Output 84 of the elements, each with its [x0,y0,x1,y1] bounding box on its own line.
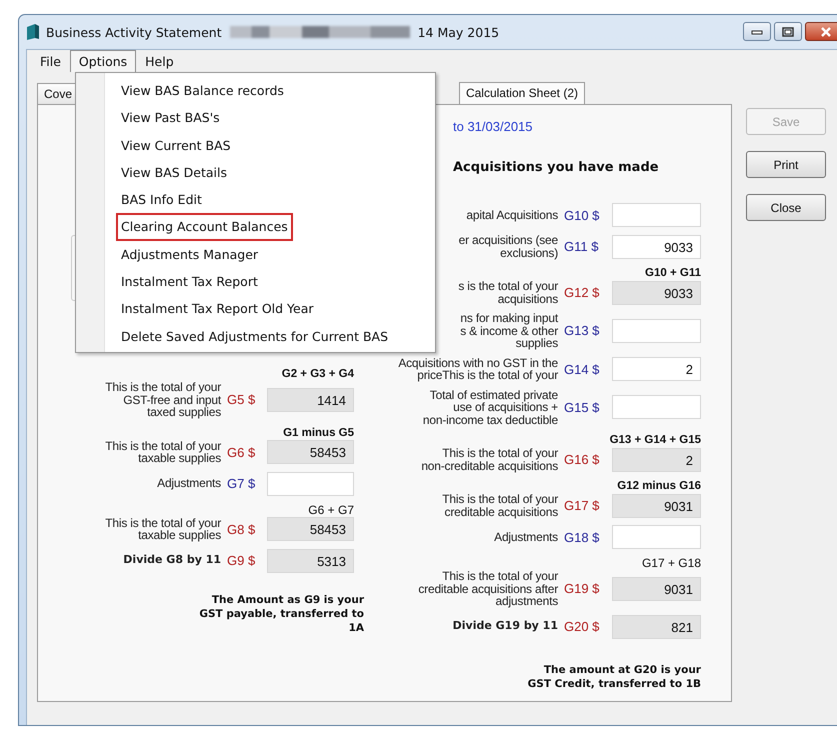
formula-text: G1 minus G5 [283,426,354,440]
total-field: 9031 [612,576,701,601]
menu-item[interactable]: BAS Info Edit [116,186,207,214]
formula-text: G12 minus G16 [617,479,701,493]
tab[interactable]: Calculation Sheet (2) [458,82,585,104]
field-code: G13 $ [564,323,600,338]
maximize-button[interactable] [774,22,802,41]
total-field: 1414 [267,388,354,412]
menu-item[interactable]: View BAS Balance records [116,77,289,104]
total-field: 58453 [267,517,354,541]
maximize-icon [782,26,794,36]
input-field[interactable]: 2 [612,357,701,381]
menu-item[interactable]: Clearing Account Balances [116,213,293,241]
formula-text: G17 + G18 [642,556,701,570]
formula-text: G6 + G7 [308,502,354,516]
menu-item[interactable]: Adjustments Manager [116,240,264,268]
window-title: Business Activity Statement [46,24,222,40]
note-text: The Amount as G9 is your GST payable, transferred to 1A [198,592,364,634]
input-field[interactable]: 9033 [612,234,701,258]
field-code: G12 $ [564,285,600,300]
menu-item[interactable]: Instalment Tax Report Old Year [116,295,319,323]
field-code: G18 $ [564,530,600,544]
section-heading: Acquisitions you have made [453,160,660,175]
field-code: G20 $ [564,619,600,634]
minimize-icon [751,28,763,34]
field-label: This is the total of your GST-free and input taxed supplies [105,381,222,418]
total-field: 5313 [267,548,354,572]
field-label: s is the total of your acquisitions [458,280,559,305]
total-field: 9033 [612,280,701,304]
field-label: Total of estimated private use of acquisitions + non-income tax deductible [422,388,559,426]
input-field[interactable] [267,472,354,496]
total-field: 58453 [267,440,354,464]
input-field[interactable] [612,203,701,227]
note-text: The amount at G20 is your GST Credit, transferred to 1B [526,662,701,690]
field-label: This is the total of your non-creditable acquisitions [421,447,559,472]
close-icon [820,26,832,36]
input-field[interactable] [612,318,701,343]
field-code: G14 $ [564,362,600,376]
field-code: G11 $ [564,239,600,254]
menu-item[interactable]: View BAS Details [116,158,232,186]
menu-item[interactable]: Options [70,50,136,72]
menu-item[interactable]: View Past BAS's [116,104,225,132]
menu-item[interactable]: Instalment Tax Report [116,268,263,296]
window-title-date: 14 May 2015 [418,24,500,40]
input-field[interactable] [612,525,701,549]
field-label: ns for making input s & income & other supplies [460,312,560,350]
button[interactable]: Print [746,151,826,178]
close-button[interactable] [805,22,837,41]
field-code: G9 $ [227,553,256,568]
field-code: G17 $ [564,498,600,513]
field-label: Divide G8 by 11 [123,554,222,567]
field-code: G8 $ [227,522,256,536]
menu-item[interactable]: Help [136,50,183,72]
field-label: apital Acquisitions [466,208,559,222]
field-code: G5 $ [227,392,256,408]
button[interactable]: Close [746,194,826,221]
menu-item[interactable]: View Current BAS [116,132,236,159]
field-label: This is the total of your taxable supplies [105,440,222,464]
input-field[interactable] [612,395,701,420]
menu-item[interactable]: Delete Saved Adjustments for Current BAS [116,322,394,350]
field-label: This is the total of your creditable acquisitions after adjustments [418,570,559,608]
field-code: G15 $ [564,400,600,415]
field-label: er acquisitions (see exclusions) [458,234,559,259]
total-field: 821 [612,614,701,638]
total-field: 2 [612,448,701,472]
field-label: This is the total of your taxable supplies [105,516,222,542]
field-code: G19 $ [564,581,600,596]
field-code: G6 $ [227,444,256,460]
minimize-button[interactable] [743,22,771,41]
field-label: Divide G19 by 11 [452,620,559,633]
formula-text: G10 + G11 [645,266,701,280]
period-text: to 31/03/2015 [453,119,534,134]
formula-text: G13 + G14 + G15 [610,433,701,447]
field-label: Adjustments [494,530,559,544]
field-code: G10 $ [564,208,600,222]
app-icon [26,23,40,41]
menu-item[interactable]: File [31,50,70,72]
field-code: G7 $ [227,476,256,491]
field-code: G16 $ [564,452,600,467]
field-label: Acquisitions with no GST in the priceThis is the total of your [398,356,559,382]
field-label: Adjustments [157,477,222,490]
field-label: This is the total of your creditable acquisitions [442,493,559,518]
total-field: 9031 [612,494,701,518]
formula-text: G2 + G3 + G4 [282,367,354,381]
